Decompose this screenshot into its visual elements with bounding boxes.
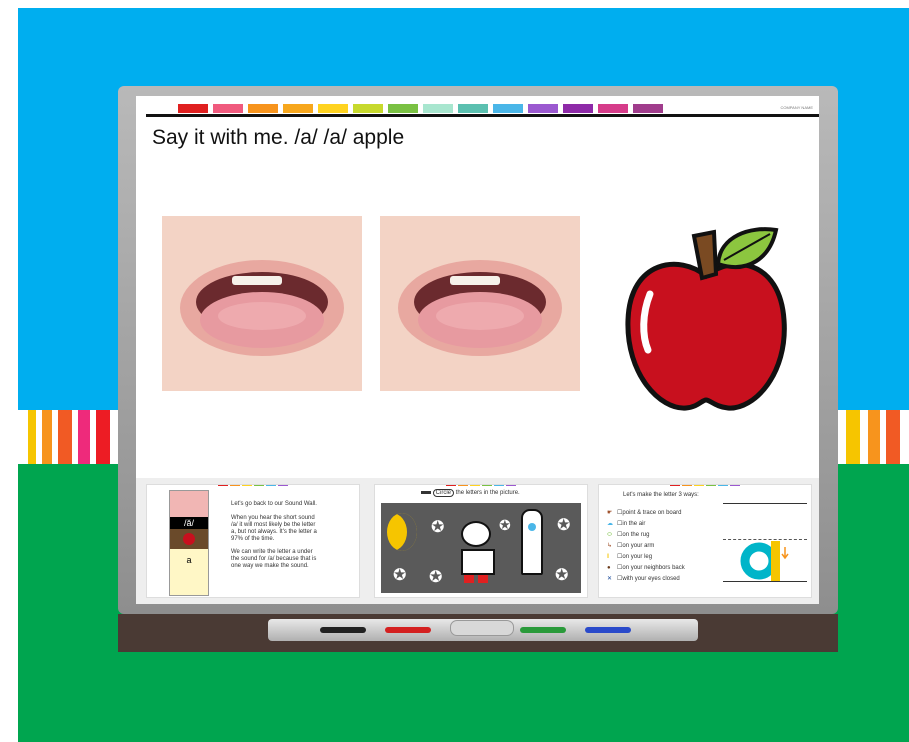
circle-instruction: Circle the letters in the picture. (421, 489, 520, 497)
moon-icon (387, 513, 417, 551)
circle-letters-panel[interactable]: Circle the letters in the picture. ✪ ✪ ✪… (374, 484, 588, 598)
point-hand-icon: ☛ (607, 510, 613, 516)
checklist-label: on your neighbors back (622, 565, 685, 571)
circle-instruction-rest: the letters in the picture. (455, 490, 520, 496)
eraser-icon[interactable] (450, 620, 514, 636)
neighbor-icon: ● (607, 565, 611, 571)
slide-screen[interactable]: COMPANY NAME Say it with me. /a/ /a/ app… (136, 96, 819, 604)
sound-wall-line-7: one way we make the sound. (231, 563, 309, 569)
card-letter: a (186, 555, 192, 565)
astronaut-icon (461, 521, 495, 583)
star-icon: ✪ (431, 519, 445, 536)
card-sound: /ă/ (170, 517, 208, 529)
arm-icon: ↳ (607, 543, 613, 549)
sound-wall-panel[interactable]: /ă/ a Let's go back to our Sound Wall. W… (146, 484, 360, 598)
pencil-icon (421, 490, 431, 494)
preview-panels: /ă/ a Let's go back to our Sound Wall. W… (136, 478, 819, 604)
apple-thumb-icon (170, 529, 208, 549)
letter-trace-area[interactable] (723, 499, 807, 593)
star-icon: ✪ (557, 517, 571, 534)
corner-label: COMPANY NAME (780, 105, 813, 110)
cloud-icon: ☁ (607, 521, 613, 527)
mouth-thumb (170, 491, 208, 517)
slide-title: Say it with me. /a/ /a/ apple (152, 126, 405, 149)
checklist-item[interactable]: ☁ ☐in the air (607, 520, 645, 527)
sound-wall-intro: Let's go back to our Sound Wall. (231, 501, 317, 507)
mouth-photo-1 (162, 216, 362, 391)
three-ways-panel[interactable]: Let's make the letter 3 ways: ☛ ☐point & … (598, 484, 812, 598)
apple-icon (625, 227, 787, 411)
checklist-label: on your leg (622, 554, 653, 560)
checklist-label: with your eyes closed (622, 576, 680, 582)
checklist-label: on the rug (622, 532, 650, 538)
checklist-label: on your arm (622, 543, 655, 549)
red-pen-icon[interactable] (385, 627, 431, 633)
blue-pen-icon[interactable] (585, 627, 631, 633)
eyes-closed-icon: ✕ (607, 576, 613, 582)
checklist-item[interactable]: ‖ ☐on your leg (607, 553, 652, 560)
star-icon: ✪ (393, 567, 407, 584)
checklist-item[interactable]: ● ☐on your neighbors back (607, 564, 685, 571)
mouth-photo-2 (380, 216, 580, 391)
slide-color-bar (178, 104, 663, 113)
mouth-illustration-1 (162, 216, 362, 391)
rug-icon: ⬭ (607, 532, 613, 538)
title-rule (146, 114, 819, 117)
star-icon: ✪ (499, 517, 511, 533)
letter-a-trace-icon (740, 541, 789, 581)
checklist-item[interactable]: ✕ ☐with your eyes closed (607, 575, 680, 582)
sound-wall-line-5: We can write the letter a under (231, 549, 313, 555)
sound-wall-line-4: 97% of the time. (231, 536, 275, 542)
left-stripes (18, 410, 118, 464)
space-scene[interactable]: ✪ ✪ ✪ ✪ ✪ ✪ (381, 503, 581, 593)
checklist-item[interactable]: ↳ ☐on your arm (607, 542, 654, 549)
right-stripes (838, 410, 909, 464)
star-icon: ✪ (555, 567, 569, 584)
leg-icon: ‖ (607, 554, 610, 560)
sound-wall-line-1: When you hear the short sound (231, 515, 315, 521)
black-pen-icon[interactable] (320, 627, 366, 633)
sound-wall-line-3: a, but not always. It's the letter a (231, 529, 317, 535)
checklist-item[interactable]: ⬭ ☐on the rug (607, 531, 649, 539)
checklist-label: point & trace on board (622, 510, 682, 516)
circle-word: Circle (432, 489, 455, 497)
panel-color-bar (147, 485, 359, 486)
sound-wall-line-6: the sound for /a/ because that is (231, 556, 317, 562)
checklist-label: in the air (622, 521, 646, 527)
three-ways-heading: Let's make the letter 3 ways: (623, 492, 699, 498)
mouth-illustration-2 (380, 216, 580, 391)
star-icon: ✪ (429, 569, 443, 586)
rocket-icon (521, 509, 543, 575)
checklist-item[interactable]: ☛ ☐point & trace on board (607, 509, 681, 516)
green-pen-icon[interactable] (520, 627, 566, 633)
panel-color-bar (375, 485, 587, 486)
sound-wall-card: /ă/ a (169, 490, 209, 596)
panel-color-bar (599, 485, 811, 486)
sound-wall-line-2: /a/ it will most likely be the letter (231, 522, 316, 528)
